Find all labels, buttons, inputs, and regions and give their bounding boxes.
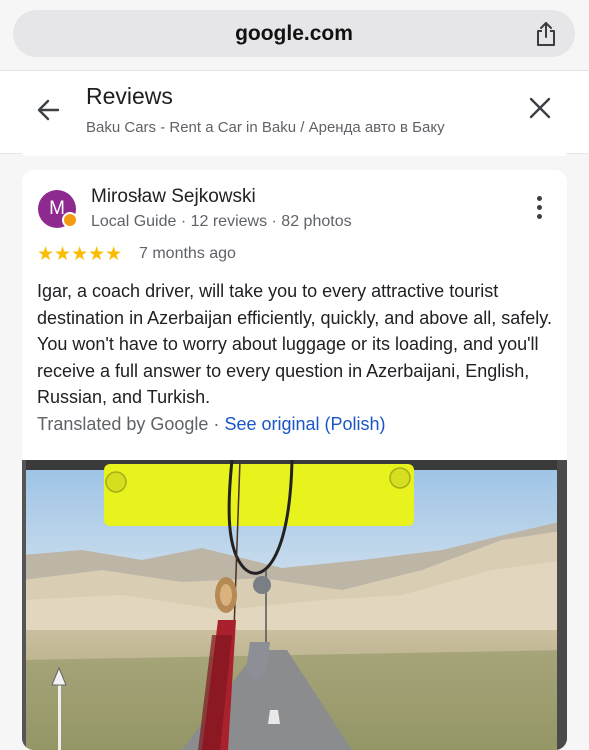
translation-note: Translated by Google · See original (Pol…	[37, 414, 386, 435]
review-text: Igar, a coach driver, will take you to e…	[37, 281, 552, 407]
more-vert-icon[interactable]	[535, 196, 543, 222]
previous-review-card-edge	[22, 152, 567, 156]
see-original-link[interactable]: See original (Polish)	[224, 414, 385, 434]
review-photo[interactable]	[22, 459, 567, 750]
review-date: 7 months ago	[139, 245, 236, 262]
reviewer-meta: Local Guide · 12 reviews · 82 photos	[91, 213, 352, 230]
page-title: Reviews	[86, 83, 173, 109]
business-name: Baku Cars - Rent a Car in Baku / Аренда …	[86, 119, 445, 136]
translated-label: Translated by Google ·	[37, 414, 225, 434]
star-rating: ★★★★★	[37, 244, 123, 265]
reviews-header: Reviews Baku Cars - Rent a Car in Baku /…	[0, 70, 589, 154]
address-bar[interactable]: google.com	[13, 10, 575, 57]
share-icon[interactable]	[533, 20, 559, 48]
close-icon[interactable]	[527, 95, 553, 121]
url-text[interactable]: google.com	[13, 22, 575, 46]
reviewer-name[interactable]: Mirosław Sejkowski	[91, 186, 256, 208]
browser-toolbar: google.com	[0, 0, 589, 70]
review-card: M Mirosław Sejkowski Local Guide · 12 re…	[22, 170, 567, 750]
arrow-left-icon[interactable]	[34, 95, 64, 125]
local-guide-badge-icon	[62, 212, 78, 228]
